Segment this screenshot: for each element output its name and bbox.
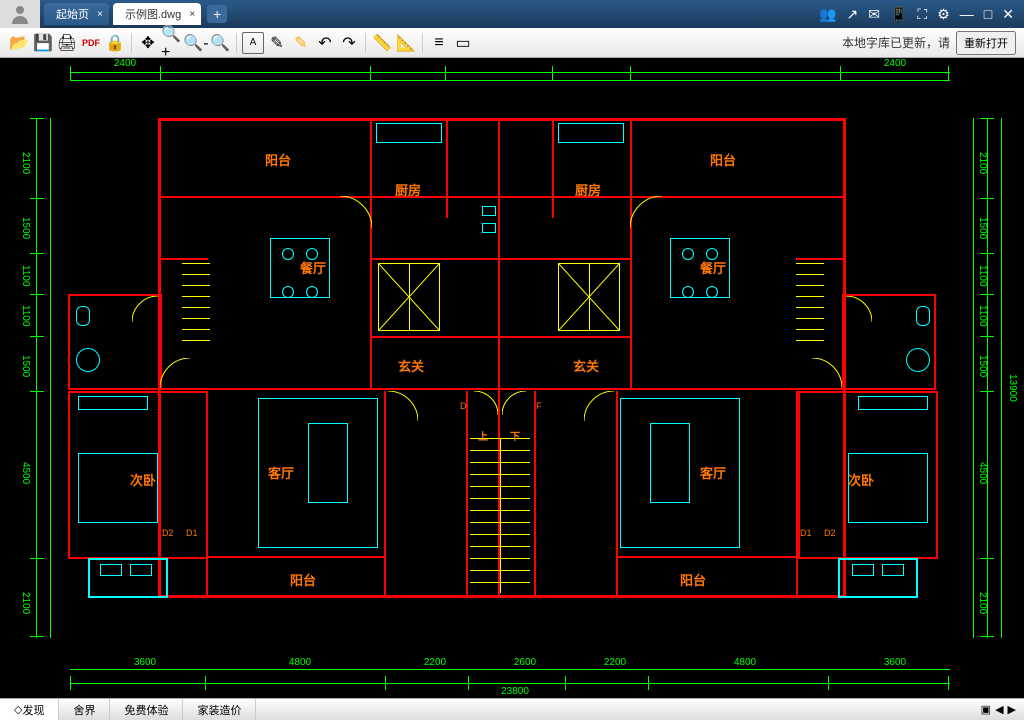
dim-top: 2400 bbox=[870, 58, 920, 69]
dim-rtotal: 13900 bbox=[1007, 358, 1018, 418]
bottom-tab-jiazhuang[interactable]: 家装造价 bbox=[183, 699, 256, 720]
measure2-button[interactable]: 📐 bbox=[395, 32, 417, 54]
dim-l4: 1100 bbox=[20, 303, 31, 328]
layers-button[interactable]: ≡ bbox=[428, 32, 450, 54]
dim-l3: 1100 bbox=[20, 263, 31, 288]
dim-b1: 3600 bbox=[115, 657, 175, 668]
view-button[interactable]: ▭ bbox=[452, 32, 474, 54]
lock-button[interactable]: 🔒 bbox=[104, 32, 126, 54]
dim-r5: 1500 bbox=[977, 351, 988, 381]
tab-start[interactable]: 起始页 × bbox=[44, 3, 109, 25]
status-bar: ◇ 发现 舍界 免费体验 家装造价 ▣ ◀ ▶ bbox=[0, 698, 1024, 720]
dim-l1: 2100 bbox=[20, 143, 31, 183]
dim-r3: 1100 bbox=[977, 263, 988, 288]
dim-top: 2400 bbox=[100, 58, 150, 69]
room-entry: 玄关 bbox=[573, 356, 599, 375]
marker-f: F bbox=[536, 401, 542, 411]
toolbar: 📂 💾 🖨 PDF 🔒 ✥ 🔍+ 🔍- 🔍 A ✎ ✎ ↶ ↷ 📏 📐 ≡ ▭ … bbox=[0, 28, 1024, 58]
redo-button[interactable]: ↷ bbox=[338, 32, 360, 54]
stair-down: 下 bbox=[510, 428, 520, 443]
room-bed2: 次卧 bbox=[848, 470, 874, 489]
zoom-in-button[interactable]: 🔍+ bbox=[161, 32, 183, 54]
settings-icon[interactable]: ⚙ bbox=[937, 6, 950, 23]
tab-file-label: 示例图.dwg bbox=[125, 6, 181, 22]
undo-button[interactable]: ↶ bbox=[314, 32, 336, 54]
fullscreen-icon[interactable]: ⛶ bbox=[917, 6, 927, 23]
dim-b2: 4800 bbox=[270, 657, 330, 668]
dim-r1: 2100 bbox=[977, 143, 988, 183]
pan-button[interactable]: ✥ bbox=[137, 32, 159, 54]
drawing-canvas[interactable]: 2400 2400 3600 4800 2200 2600 2200 4800 … bbox=[0, 58, 1024, 698]
marker-d1: D1 bbox=[800, 528, 812, 538]
pencil-button[interactable]: ✎ bbox=[266, 32, 288, 54]
user-avatar[interactable] bbox=[0, 0, 40, 28]
room-living: 客厅 bbox=[700, 463, 726, 482]
room-entry: 玄关 bbox=[398, 356, 424, 375]
room-dining: 餐厅 bbox=[300, 258, 326, 277]
room-bed2: 次卧 bbox=[130, 470, 156, 489]
stair-up: 上 bbox=[478, 428, 488, 443]
dim-r2: 1500 bbox=[977, 213, 988, 243]
new-tab-button[interactable]: + bbox=[207, 5, 227, 23]
close-icon[interactable]: × bbox=[189, 9, 195, 20]
dim-l2: 1500 bbox=[20, 213, 31, 243]
dim-l6: 4500 bbox=[20, 453, 31, 493]
dim-b4: 2600 bbox=[495, 657, 555, 668]
view-mode-icon[interactable]: ▣ bbox=[981, 703, 991, 716]
room-dining: 餐厅 bbox=[700, 258, 726, 277]
room-living: 客厅 bbox=[268, 463, 294, 482]
zoom-fit-button[interactable]: 🔍 bbox=[209, 32, 231, 54]
update-message: 本地字库已更新，请 bbox=[842, 34, 950, 51]
marker-d: D bbox=[460, 401, 467, 411]
dim-r6: 4500 bbox=[977, 453, 988, 493]
close-icon[interactable]: × bbox=[97, 9, 103, 20]
room-kitchen: 厨房 bbox=[575, 180, 601, 199]
reopen-button[interactable]: 重新打开 bbox=[956, 31, 1016, 55]
scroll-left-icon[interactable]: ◀ bbox=[995, 703, 1003, 716]
measure-button[interactable]: 📏 bbox=[371, 32, 393, 54]
scroll-right-icon[interactable]: ▶ bbox=[1008, 703, 1016, 716]
dim-l7: 2100 bbox=[20, 583, 31, 623]
mobile-icon[interactable]: 📱 bbox=[890, 6, 907, 23]
dim-total: 23800 bbox=[485, 686, 545, 697]
marker-d2: D2 bbox=[162, 528, 174, 538]
open-button[interactable]: 📂 bbox=[8, 32, 30, 54]
dim-r7: 2100 bbox=[977, 583, 988, 623]
bottom-tab-shijie[interactable]: 舍界 bbox=[59, 699, 110, 720]
room-balcony: 阳台 bbox=[265, 150, 291, 169]
wechat-icon[interactable]: ✉ bbox=[868, 6, 880, 23]
pdf-button[interactable]: PDF bbox=[80, 32, 102, 54]
bottom-tab-discover[interactable]: ◇ 发现 bbox=[0, 699, 59, 720]
room-balcony: 阳台 bbox=[680, 570, 706, 589]
highlight-button[interactable]: ✎ bbox=[290, 32, 312, 54]
close-window-icon[interactable]: ✕ bbox=[1002, 6, 1014, 23]
room-kitchen: 厨房 bbox=[395, 180, 421, 199]
room-balcony: 阳台 bbox=[290, 570, 316, 589]
maximize-icon[interactable]: □ bbox=[984, 6, 992, 23]
dim-l5: 1500 bbox=[20, 351, 31, 381]
dim-b5: 2200 bbox=[585, 657, 645, 668]
dim-b3: 2200 bbox=[405, 657, 465, 668]
tab-start-label: 起始页 bbox=[56, 6, 89, 22]
zoom-out-button[interactable]: 🔍- bbox=[185, 32, 207, 54]
room-balcony: 阳台 bbox=[710, 150, 736, 169]
dim-r4: 1100 bbox=[977, 303, 988, 328]
text-button[interactable]: A bbox=[242, 32, 264, 54]
dim-b6: 4800 bbox=[715, 657, 775, 668]
bottom-tab-trial[interactable]: 免费体验 bbox=[110, 699, 183, 720]
minimize-icon[interactable]: — bbox=[960, 6, 974, 23]
save-button[interactable]: 💾 bbox=[32, 32, 54, 54]
print-button[interactable]: 🖨 bbox=[56, 32, 78, 54]
export-icon[interactable]: ↗ bbox=[847, 6, 859, 23]
share-icon[interactable]: 👥 bbox=[819, 6, 836, 23]
dim-b7: 3600 bbox=[865, 657, 925, 668]
marker-d2: D2 bbox=[824, 528, 836, 538]
marker-d1: D1 bbox=[186, 528, 198, 538]
tab-file[interactable]: 示例图.dwg × bbox=[113, 3, 201, 25]
